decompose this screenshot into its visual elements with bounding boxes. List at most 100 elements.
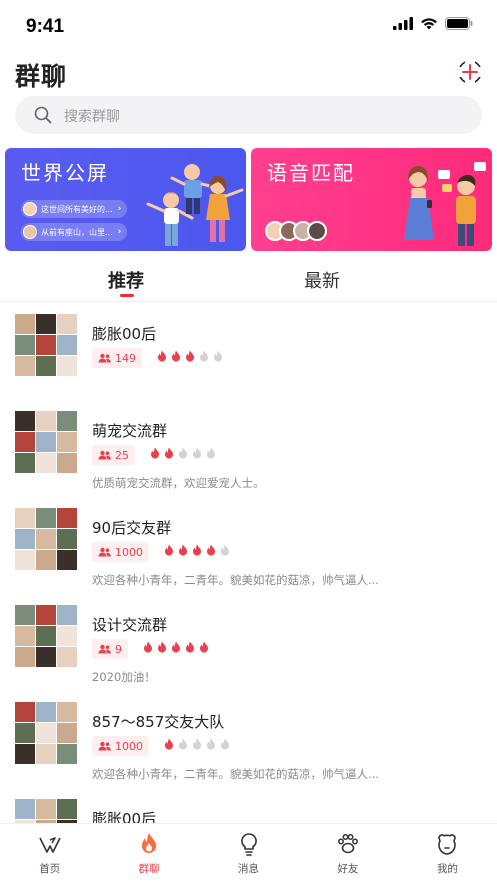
add-group-button[interactable] xyxy=(456,58,484,86)
avatar-tile xyxy=(36,453,56,473)
flame-icon xyxy=(193,544,201,556)
bubble-text: 这世间所有美好的... xyxy=(41,204,113,214)
avatar-tile xyxy=(15,799,35,819)
status-icons xyxy=(393,17,473,30)
flame-icon xyxy=(165,738,173,750)
battery-icon xyxy=(445,17,473,30)
group-avatar xyxy=(15,411,77,473)
world-chat-banner[interactable]: 世界公屏 这世间所有美好的... › 从前有座山，山里... › xyxy=(5,148,246,251)
bubble-text: 从前有座山，山里... xyxy=(41,227,113,237)
list-item[interactable]: 857～857交友大队 1000 欢迎各种小青年，二青年。貌美如花的菇凉，帅气逼人.… xyxy=(0,691,497,788)
tab-recommended[interactable]: 推荐 xyxy=(108,267,144,293)
group-name: 设计交流群 xyxy=(92,616,168,634)
bulb-icon xyxy=(240,833,257,856)
avatar-tile xyxy=(57,550,77,570)
tab-home[interactable]: 首页 xyxy=(0,824,99,883)
flame-icon xyxy=(158,641,166,653)
member-count-badge: 1000 xyxy=(92,736,149,756)
avatar-tile xyxy=(15,356,35,376)
avatar-tile xyxy=(57,411,77,431)
tab-group-chat[interactable]: 群聊 xyxy=(99,824,198,883)
avatar-tile xyxy=(57,723,77,743)
avatar-tile xyxy=(36,335,56,355)
flame-icon xyxy=(165,447,173,459)
heat-rating xyxy=(156,350,224,362)
people-icon xyxy=(98,450,111,460)
avatar-tile xyxy=(57,453,77,473)
status-time: 9:41 xyxy=(26,16,65,37)
member-count: 9 xyxy=(115,642,122,656)
avatar-tile xyxy=(15,744,35,764)
avatar-tile xyxy=(36,723,56,743)
home-logo-icon xyxy=(38,837,61,853)
tab-label: 首页 xyxy=(39,863,61,875)
list-item[interactable]: 膨胀00后 xyxy=(0,788,497,823)
heat-rating xyxy=(163,738,231,750)
friends-illustration xyxy=(146,164,244,246)
flame-icon xyxy=(200,350,208,362)
list-item[interactable]: 萌宠交流群 25 优质萌宠交流群，欢迎爱宠人士。 xyxy=(0,400,497,497)
avatar-tile xyxy=(15,508,35,528)
avatar-tile xyxy=(15,453,35,473)
tab-latest[interactable]: 最新 xyxy=(304,267,340,293)
list-item[interactable]: 膨胀00后 149 xyxy=(0,303,497,400)
flame-icon xyxy=(144,641,152,653)
voice-match-banner[interactable]: 语音匹配 xyxy=(251,148,492,251)
search-bar[interactable]: 搜索群聊 xyxy=(15,96,482,134)
avatar-tile xyxy=(57,335,77,355)
list-item[interactable]: 90后交友群 1000 欢迎各种小青年，二青年。貌美如花的菇凉，帅气逼人... xyxy=(0,497,497,594)
flame-icon xyxy=(165,544,173,556)
avatar-tile xyxy=(36,356,56,376)
avatar-tile xyxy=(57,356,77,376)
message-bubble[interactable]: 从前有座山，山里... › xyxy=(21,223,128,241)
message-bubble[interactable]: 这世间所有美好的... › xyxy=(21,200,128,218)
avatar-tile xyxy=(36,799,56,819)
list-item[interactable]: 设计交流群 9 2020加油！ xyxy=(0,594,497,691)
group-description: 2020加油！ xyxy=(92,670,156,684)
flame-icon xyxy=(179,738,187,750)
avatar-tile xyxy=(15,411,35,431)
tab-label: 好友 xyxy=(337,863,359,875)
tab-messages[interactable]: 消息 xyxy=(199,824,298,883)
avatar xyxy=(23,202,37,216)
avatar-tile xyxy=(36,605,56,625)
flame-icon xyxy=(207,544,215,556)
avatar-group xyxy=(265,221,327,241)
group-description: 优质萌宠交流群，欢迎爱宠人士。 xyxy=(92,476,265,490)
group-list: 膨胀00后 149 萌宠交流群 25 优质萌宠交流群，欢迎爱宠人士。 90后交友群 1000… xyxy=(0,303,497,823)
status-bar: 9:41 xyxy=(0,0,497,52)
avatar-tile xyxy=(57,744,77,764)
avatar-tile xyxy=(57,529,77,549)
flame-icon xyxy=(193,447,201,459)
tab-friends[interactable]: 好友 xyxy=(298,824,397,883)
avatar-tile xyxy=(15,314,35,334)
avatar-tile xyxy=(36,432,56,452)
people-icon xyxy=(98,644,111,654)
avatar-tile xyxy=(15,723,35,743)
flame-icon xyxy=(142,833,157,853)
tab-label: 我的 xyxy=(436,863,458,875)
avatar-tile xyxy=(57,702,77,722)
flame-icon xyxy=(186,641,194,653)
bear-face-icon xyxy=(438,834,457,855)
avatar xyxy=(307,221,327,241)
flame-icon xyxy=(158,350,166,362)
tab-profile[interactable]: 我的 xyxy=(398,824,497,883)
heat-rating xyxy=(142,641,210,653)
avatar-tile xyxy=(36,550,56,570)
avatar-tile xyxy=(57,799,77,819)
avatar-tile xyxy=(15,529,35,549)
avatar-tile xyxy=(57,626,77,646)
banner-title: 语音匹配 xyxy=(267,161,355,185)
member-count: 149 xyxy=(115,351,136,365)
people-icon xyxy=(98,353,111,363)
search-input[interactable]: 搜索群聊 xyxy=(64,106,120,126)
flame-icon xyxy=(207,738,215,750)
avatar-tile xyxy=(57,314,77,334)
avatar-tile xyxy=(15,647,35,667)
flame-icon xyxy=(179,447,187,459)
member-count-badge: 1000 xyxy=(92,542,149,562)
flame-icon xyxy=(193,738,201,750)
flame-icon xyxy=(221,738,229,750)
page-title: 群聊 xyxy=(15,62,68,91)
